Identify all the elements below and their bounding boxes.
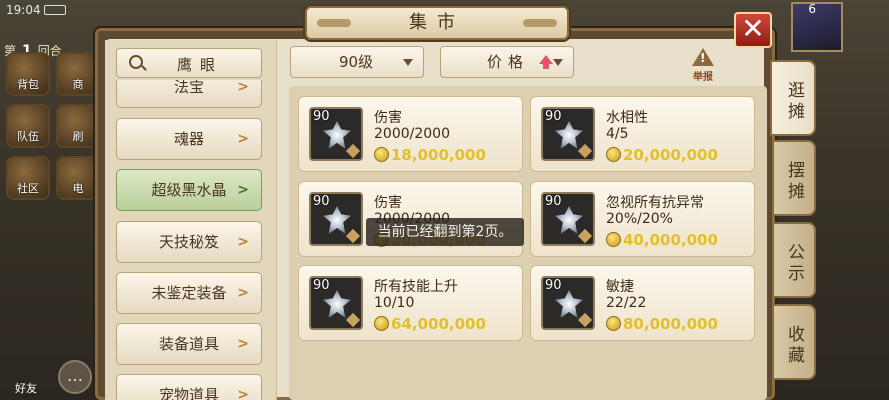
category-item[interactable]: 魂器 > bbox=[116, 118, 262, 160]
refresh-icon[interactable]: 刷 bbox=[56, 104, 100, 148]
item-name: 伤害 bbox=[374, 110, 402, 126]
item-name: 伤害 bbox=[374, 195, 402, 211]
player-level: 6 bbox=[808, 2, 816, 16]
community-icon[interactable]: 社区 bbox=[6, 156, 50, 200]
chevron-right-icon: > bbox=[237, 80, 249, 95]
crystal-icon: 90 bbox=[541, 192, 595, 246]
tab-browse[interactable]: 逛摊 bbox=[770, 60, 816, 136]
chevron-right-icon: > bbox=[237, 131, 249, 147]
item-card[interactable]: 90 水相性 4/5 20,000,000 bbox=[530, 96, 755, 172]
speech-bubble-icon[interactable]: … bbox=[58, 360, 92, 394]
player-avatar[interactable] bbox=[791, 2, 843, 52]
chevron-right-icon: > bbox=[237, 182, 249, 198]
coin-icon bbox=[606, 316, 621, 331]
coin-icon bbox=[606, 147, 621, 162]
left-hud: 第 1 回合 背包 商 队伍 刷 社区 电 bbox=[0, 20, 100, 400]
coin-icon bbox=[374, 316, 389, 331]
item-card[interactable]: 90 敏捷 22/22 80,000,000 bbox=[530, 265, 755, 341]
report-button[interactable]: 举报 bbox=[688, 46, 718, 83]
level-filter-dropdown[interactable]: 90级 bbox=[290, 46, 424, 78]
sim-icon bbox=[44, 5, 66, 15]
tab-stall[interactable]: 摆摊 bbox=[772, 140, 816, 216]
level-filter-value: 90级 bbox=[339, 53, 374, 71]
crystal-icon: 90 bbox=[541, 107, 595, 161]
item-stat: 22/22 bbox=[606, 295, 647, 311]
item-price: 64,000,000 bbox=[374, 315, 486, 333]
coin-icon bbox=[606, 232, 621, 247]
item-price: 18,000,000 bbox=[374, 146, 486, 164]
chevron-right-icon: > bbox=[237, 387, 249, 400]
item-card[interactable]: 90 伤害 2000/2000 18,000,000 bbox=[298, 96, 523, 172]
chevron-down-icon bbox=[403, 59, 413, 66]
search-icon bbox=[129, 55, 143, 69]
item-name: 敏捷 bbox=[606, 279, 634, 295]
crystal-icon: 90 bbox=[309, 276, 363, 330]
item-price: 20,000,000 bbox=[606, 146, 718, 164]
page-toast: 当前已经翻到第2页。 bbox=[366, 218, 524, 246]
shop-icon[interactable]: 商 bbox=[56, 52, 100, 96]
report-label: 举报 bbox=[693, 72, 713, 83]
sort-up-icon bbox=[539, 55, 553, 69]
price-sort-dropdown[interactable]: 价格 bbox=[440, 46, 574, 78]
item-stat: 4/5 bbox=[606, 126, 629, 142]
category-item[interactable]: 未鉴定装备 > bbox=[116, 272, 262, 314]
phone-icon[interactable]: 电 bbox=[56, 156, 100, 200]
team-icon[interactable]: 队伍 bbox=[6, 104, 50, 148]
chevron-right-icon: > bbox=[237, 336, 249, 352]
price-sort-label: 价格 bbox=[487, 53, 530, 71]
chevron-down-icon bbox=[553, 59, 563, 66]
crystal-icon: 90 bbox=[309, 192, 363, 246]
item-stat: 20%/20% bbox=[606, 211, 673, 227]
crystal-icon: 90 bbox=[309, 107, 363, 161]
close-icon[interactable]: ✕ bbox=[734, 12, 772, 48]
item-price: 40,000,000 bbox=[606, 231, 718, 249]
item-card[interactable]: 90 所有技能上升 10/10 64,000,000 bbox=[298, 265, 523, 341]
friend-label: 好友 bbox=[15, 382, 37, 395]
warning-icon bbox=[692, 48, 714, 66]
chevron-right-icon: > bbox=[237, 234, 249, 250]
category-item[interactable]: 法宝 > bbox=[116, 80, 262, 108]
category-list: 法宝 > 魂器 > 超级黑水晶 > 天技秘笈 > 未鉴定装备 > 装备道具 > 宠物道具 > bbox=[116, 80, 262, 400]
tab-public[interactable]: 公示 bbox=[772, 222, 816, 298]
item-card[interactable]: 90 忽视所有抗异常 20%/20% 40,000,000 bbox=[530, 181, 755, 257]
right-hud: 6 bbox=[769, 0, 889, 60]
item-stat: 2000/2000 bbox=[374, 126, 450, 142]
dialog-title: 集市 bbox=[305, 6, 569, 40]
crystal-icon: 90 bbox=[541, 276, 595, 330]
tab-favorites[interactable]: 收藏 bbox=[772, 304, 816, 380]
category-item-active[interactable]: 超级黑水晶 > bbox=[116, 169, 262, 211]
category-item[interactable]: 天技秘笈 > bbox=[116, 221, 262, 263]
friend-button[interactable]: 好友 bbox=[6, 360, 46, 396]
search-button[interactable]: 鹰眼 bbox=[116, 48, 262, 78]
category-item[interactable]: 装备道具 > bbox=[116, 323, 262, 365]
clock: 19:04 bbox=[6, 3, 41, 17]
coin-icon bbox=[374, 147, 389, 162]
item-price: 80,000,000 bbox=[606, 315, 718, 333]
item-name: 忽视所有抗异常 bbox=[606, 195, 704, 211]
item-stat: 10/10 bbox=[374, 295, 415, 311]
item-name: 水相性 bbox=[606, 110, 648, 126]
chevron-right-icon: > bbox=[237, 285, 249, 301]
bag-icon[interactable]: 背包 bbox=[6, 52, 50, 96]
category-item[interactable]: 宠物道具 > bbox=[116, 374, 262, 400]
search-label: 鹰眼 bbox=[177, 56, 224, 74]
item-name: 所有技能上升 bbox=[374, 279, 458, 295]
